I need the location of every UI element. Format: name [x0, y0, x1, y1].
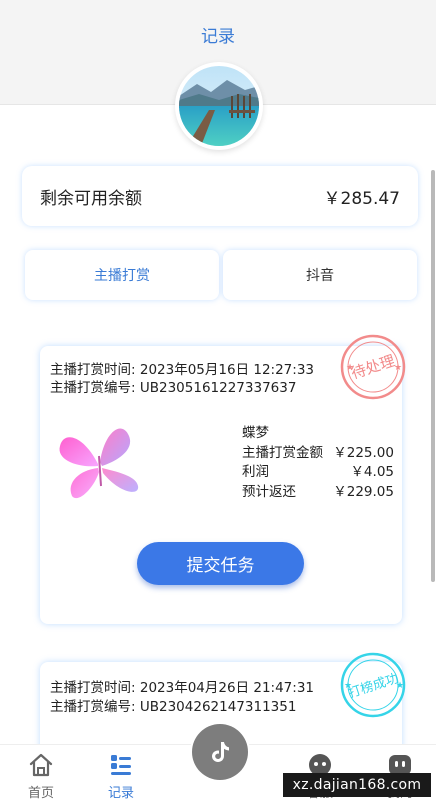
refund-value: ￥229.05	[333, 483, 394, 500]
tabbar-home[interactable]: 首页	[11, 751, 71, 801]
center-douyin-button[interactable]	[190, 722, 250, 782]
profit-row: 利润 ￥4.05	[242, 463, 394, 483]
svg-text:★: ★	[394, 363, 402, 373]
order-time: 2023年04月26日 21:47:31	[139, 680, 314, 696]
tab-anchor-reward[interactable]: 主播打赏	[25, 250, 219, 300]
home-icon	[27, 751, 55, 779]
amount-label: 主播打赏金额	[242, 444, 323, 461]
records-list-icon	[107, 751, 135, 779]
avatar-image	[179, 66, 259, 146]
gift-name: 蝶梦	[242, 425, 269, 441]
svg-text:★: ★	[346, 363, 354, 373]
stamp-success-text: 打榜成功	[346, 670, 400, 701]
profit-label: 利润	[242, 464, 269, 480]
order-no-label: 主播打赏编号:	[50, 699, 136, 715]
svg-text:★: ★	[396, 681, 404, 691]
tiktok-icon	[192, 724, 248, 780]
profit-value: ￥4.05	[350, 464, 394, 480]
tab-douyin[interactable]: 抖音	[223, 250, 417, 300]
order-time-label: 主播打赏时间:	[50, 680, 136, 696]
amount-row: 主播打赏金额 ￥225.00	[242, 444, 394, 464]
amount-value: ￥225.00	[333, 444, 394, 461]
order-no-label: 主播打赏编号:	[50, 380, 136, 396]
tabbar-home-label: 首页	[27, 786, 54, 801]
balance-card: 剩余可用余额 ￥285.47	[22, 166, 418, 226]
order-no-row: 主播打赏编号: UB2305161227337637	[50, 376, 296, 396]
refund-row: 预计返还 ￥229.05	[242, 483, 394, 503]
order-no: UB2305161227337637	[139, 380, 297, 396]
watermark: xz.dajian168.com	[283, 773, 431, 797]
butterfly-gift-icon	[54, 416, 146, 506]
stamp-pending-icon: 待处理 ★ ★	[338, 332, 408, 402]
svg-text:★: ★	[344, 681, 352, 691]
avatar[interactable]	[175, 62, 263, 150]
tabbar-records-label: 记录	[107, 786, 134, 801]
refund-label: 预计返还	[242, 483, 296, 500]
balance-label: 剩余可用余额	[40, 188, 142, 209]
order-no: UB2304262147311351	[139, 699, 297, 715]
record-tabs: 主播打赏 抖音	[25, 250, 417, 300]
scrollbar[interactable]	[431, 170, 435, 582]
page-title: 记录	[201, 27, 235, 47]
tabbar-records[interactable]: 记录	[91, 751, 151, 801]
records-page: 记录 剩余可用余额 ￥285.47 主播打赏 抖音 主播打赏时间: 2023年0…	[0, 0, 436, 802]
order-time-row: 主播打赏时间: 2023年05月16日 12:27:33	[50, 358, 314, 378]
gift-info: 蝶梦 主播打赏金额 ￥225.00 利润 ￥4.05 预计返还 ￥229.05	[242, 424, 394, 502]
stamp-success-icon: 打榜成功 ★ ★	[338, 650, 408, 720]
order-no-row: 主播打赏编号: UB2304262147311351	[50, 695, 296, 715]
balance-value: ￥285.47	[323, 188, 400, 209]
order-card: 主播打赏时间: 2023年05月16日 12:27:33 主播打赏编号: UB2…	[40, 334, 406, 624]
gift-name-row: 蝶梦	[242, 424, 394, 444]
order-time-row: 主播打赏时间: 2023年04月26日 21:47:31	[50, 676, 314, 696]
submit-task-button[interactable]: 提交任务	[137, 542, 304, 585]
stamp-pending-text: 待处理	[349, 351, 397, 382]
